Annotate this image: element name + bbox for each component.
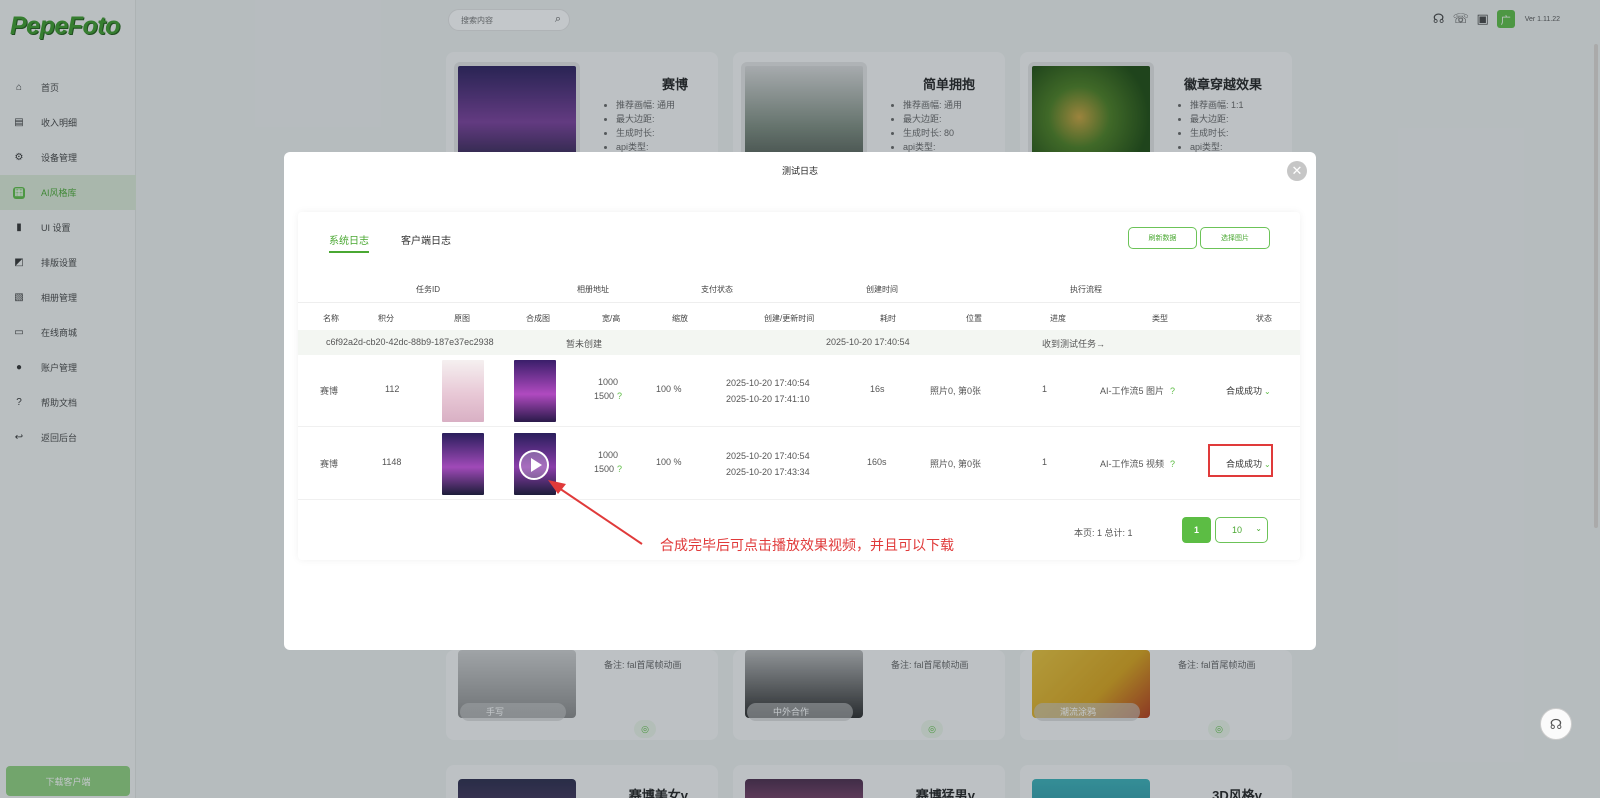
result-video[interactable] [514, 433, 556, 495]
pager-summary: 本页: 1 总计: 1 [1074, 528, 1133, 538]
row-points: 112 [385, 384, 400, 394]
refresh-data-button[interactable]: 刷新数据 [1128, 227, 1197, 249]
task-summary-row: c6f92a2d-cb20-42dc-88b9-187e37ec2938 暂未创… [298, 330, 1300, 355]
row-width: 1000 [598, 377, 619, 387]
page-size-select[interactable]: 10 ⌄ [1215, 517, 1268, 543]
col-header-type: 类型 [1152, 314, 1168, 323]
col-header-size: 宽/高 [602, 314, 621, 323]
chevron-down-icon: ⌄ [1264, 387, 1271, 396]
header-divider [298, 302, 1300, 303]
annotation-text: 合成完毕后可点击播放效果视频，并且可以下载 [660, 537, 954, 553]
tab-system-log[interactable]: 系统日志 [329, 232, 369, 253]
row-points: 1148 [382, 457, 402, 467]
album-status: 暂未创建 [566, 339, 603, 349]
result-image[interactable] [514, 360, 556, 422]
chevron-down-icon: ⌄ [1255, 524, 1262, 533]
question-icon[interactable]: ? [617, 464, 622, 474]
play-icon[interactable] [519, 450, 549, 480]
highlight-box [1208, 444, 1273, 477]
log-panel: 系统日志 客户端日志 刷新数据 选择图片 任务ID 相册地址 支付状态 创建时间… [298, 212, 1300, 560]
row-created: 2025-10-20 17:40:54 [726, 451, 810, 461]
group-header-task-id: 任务ID [416, 285, 440, 294]
row-size: 1000 1500? [594, 375, 622, 403]
select-image-button[interactable]: 选择图片 [1200, 227, 1270, 249]
col-header-scale: 缩放 [672, 314, 688, 323]
question-icon[interactable]: ? [1170, 459, 1175, 469]
row-duration: 16s [870, 384, 885, 394]
col-header-position: 位置 [966, 314, 982, 323]
row-type-label: AI-工作流5 图片 [1100, 386, 1165, 396]
tab-client-log[interactable]: 客户端日志 [401, 232, 451, 253]
group-header-flow: 执行流程 [1070, 285, 1102, 294]
table-row: 赛博 112 1000 1500? 100 % 2025-10-20 17:40:… [298, 355, 1300, 427]
source-image[interactable] [442, 433, 484, 495]
row-scale: 100 % [656, 457, 682, 467]
row-status[interactable]: 合成成功 ⌄ [1226, 384, 1271, 397]
row-size: 1000 1500? [594, 448, 622, 476]
page-button-current[interactable]: 1 [1182, 517, 1211, 543]
row-duration: 160s [867, 457, 887, 467]
row-type: AI-工作流5 图片? [1100, 384, 1175, 397]
col-header-result: 合成图 [526, 314, 550, 323]
row-times: 2025-10-20 17:40:54 2025-10-20 17:43:34 [726, 448, 810, 480]
task-id: c6f92a2d-cb20-42dc-88b9-187e37ec2938 [326, 337, 494, 347]
row-position: 照片0, 第0张 [930, 459, 982, 469]
task-created-time: 2025-10-20 17:40:54 [826, 337, 910, 347]
modal-title: 测试日志 [781, 166, 818, 176]
row-width: 1000 [598, 450, 619, 460]
table-row: 赛博 1148 1000 1500? 100 % 2025-10-20 17:40… [298, 428, 1300, 500]
col-header-status: 状态 [1256, 314, 1272, 323]
page-scrollbar[interactable] [1594, 44, 1598, 528]
group-header-album: 相册地址 [577, 285, 609, 294]
row-status-label: 合成成功 [1226, 386, 1263, 396]
col-header-points: 积分 [378, 314, 394, 323]
row-height: 1500 [594, 464, 615, 474]
col-header-name: 名称 [323, 314, 339, 323]
row-created: 2025-10-20 17:40:54 [726, 378, 810, 388]
log-tabs: 系统日志 客户端日志 [329, 232, 451, 253]
row-position: 照片0, 第0张 [930, 386, 982, 396]
row-type: AI-工作流5 视频? [1100, 457, 1175, 470]
group-header-created: 创建时间 [866, 285, 898, 294]
close-icon[interactable]: ✕ [1287, 161, 1307, 181]
question-icon[interactable]: ? [1170, 386, 1175, 396]
row-updated: 2025-10-20 17:43:34 [726, 467, 810, 477]
row-progress: 1 [1042, 384, 1048, 394]
row-updated: 2025-10-20 17:41:10 [726, 394, 810, 404]
test-log-modal: 测试日志 ✕ 系统日志 客户端日志 刷新数据 选择图片 任务ID 相册地址 支付… [284, 152, 1316, 650]
row-name: 赛博 [320, 459, 339, 469]
col-header-source: 原图 [454, 314, 470, 323]
question-icon[interactable]: ? [617, 391, 622, 401]
row-progress: 1 [1042, 457, 1048, 467]
flow-status: 收到测试任务→ [1042, 339, 1106, 349]
row-name: 赛博 [320, 386, 339, 396]
row-scale: 100 % [656, 384, 682, 394]
row-times: 2025-10-20 17:40:54 2025-10-20 17:41:10 [726, 375, 810, 407]
page-size-value: 10 [1232, 525, 1243, 535]
col-header-progress: 进度 [1050, 314, 1066, 323]
row-height: 1500 [594, 391, 615, 401]
col-header-duration: 耗时 [880, 314, 896, 323]
customer-service-icon[interactable]: ☊ [1540, 708, 1572, 740]
col-header-time: 创建/更新时间 [764, 314, 815, 323]
source-image[interactable] [442, 360, 484, 422]
row-type-label: AI-工作流5 视频 [1100, 459, 1165, 469]
group-header-payment: 支付状态 [701, 285, 733, 294]
